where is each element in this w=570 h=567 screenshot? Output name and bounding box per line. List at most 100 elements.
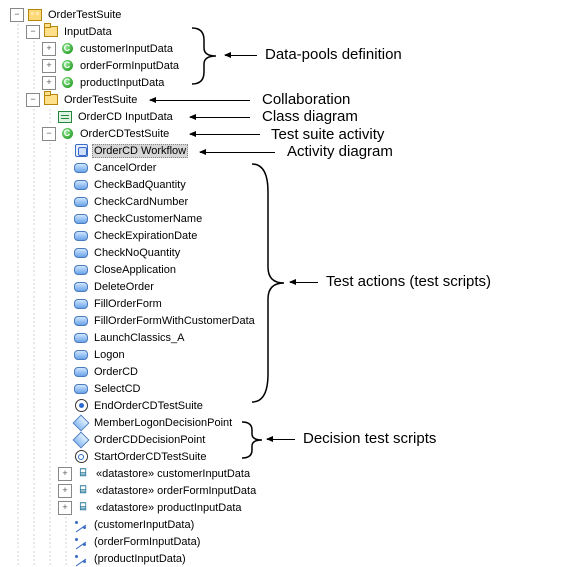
package-icon [44,25,58,39]
tree-node-action[interactable]: CloseApplication [10,261,258,278]
tree-node-action[interactable]: OrderCD [10,363,258,380]
expander-icon[interactable]: − [26,93,40,107]
expander-icon[interactable]: + [58,467,72,481]
datapool-icon: C [60,76,74,90]
package-icon [44,93,58,107]
connector-icon [74,552,88,566]
annotation-test-actions: Test actions (test scripts) [326,273,491,290]
node-label: OrderTestSuite [46,9,123,21]
tree-node-action[interactable]: CheckNoQuantity [10,244,258,261]
annotation-decision-scripts: Decision test scripts [303,430,436,447]
node-label-selected: OrderCD Workflow [92,144,188,158]
expander-icon[interactable]: + [58,501,72,515]
tree-node-action[interactable]: CheckExpirationDate [10,227,258,244]
arrow-icon [190,134,260,135]
tree-node-datapool[interactable]: + C orderFormInputData [10,57,258,74]
datapool-icon: C [60,59,74,73]
activity-diagram-icon [74,144,88,158]
action-icon [74,161,88,175]
decision-icon [74,433,88,447]
tree-node-action[interactable]: CheckBadQuantity [10,176,258,193]
tree-node-action[interactable]: CheckCustomerName [10,210,258,227]
tree-node-datastore[interactable]: + ⌸ «datastore» customerInputData [10,465,258,482]
decision-icon [74,416,88,430]
node-label: «datastore» customerInputData [94,468,252,480]
brace-test-actions [250,162,290,404]
annotation-collaboration: Collaboration [262,91,350,108]
node-label: OrderCD InputData [76,111,175,123]
tree-node-action[interactable]: Logon [10,346,258,363]
node-label: SelectCD [92,383,142,395]
arrow-icon [200,152,275,153]
tree-node-activity-diagram[interactable]: OrderCD Workflow [10,142,258,159]
tree-node-action[interactable]: FillOrderFormWithCustomerData [10,312,258,329]
action-icon [74,348,88,362]
action-icon [74,263,88,277]
class-diagram-icon [58,110,72,124]
package-root-icon [28,8,42,22]
brace-datapools [190,26,220,86]
tree-node-action[interactable]: LaunchClassics_A [10,329,258,346]
action-icon [74,365,88,379]
expander-icon[interactable]: + [58,484,72,498]
node-label: CancelOrder [92,162,158,174]
tree-node-decision[interactable]: MemberLogonDecisionPoint [10,414,258,431]
action-icon [74,246,88,260]
annotation-classdiagram: Class diagram [262,108,358,125]
tree-node-action[interactable]: FillOrderForm [10,295,258,312]
node-label: (customerInputData) [92,519,196,531]
datapool-icon: C [60,127,74,141]
node-label: CheckBadQuantity [92,179,188,191]
tree-node-action[interactable]: CheckCardNumber [10,193,258,210]
node-label: CheckCardNumber [92,196,190,208]
final-node-icon [74,399,88,413]
expander-icon[interactable]: − [42,127,56,141]
tree-node-end[interactable]: EndOrderCDTestSuite [10,397,258,414]
tree-node-inputdata[interactable]: − InputData [10,23,258,40]
node-label: CheckCustomerName [92,213,204,225]
model-tree: − OrderTestSuite − InputData + C custome… [10,6,258,567]
initial-node-icon [74,450,88,464]
action-icon [74,229,88,243]
datastore-icon: ⌸ [76,467,90,481]
tree-node-datapool[interactable]: + C productInputData [10,74,258,91]
node-label: productInputData [78,77,166,89]
node-label: orderFormInputData [78,60,181,72]
annotation-testsuite-activity: Test suite activity [271,126,384,143]
arrow-icon [225,55,257,56]
action-icon [74,314,88,328]
arrow-icon [150,100,250,101]
expander-icon[interactable]: − [10,8,24,22]
tree-node-action[interactable]: SelectCD [10,380,258,397]
action-icon [74,280,88,294]
tree-node-decision[interactable]: OrderCDDecisionPoint [10,431,258,448]
action-icon [74,195,88,209]
tree-node-datastore[interactable]: + ⌸ «datastore» productInputData [10,499,258,516]
datastore-icon: ⌸ [76,501,90,515]
node-label: Logon [92,349,127,361]
expander-icon[interactable]: + [42,59,56,73]
node-label: (orderFormInputData) [92,536,202,548]
tree-node-link[interactable]: (customerInputData) [10,516,258,533]
tree-node-action[interactable]: CancelOrder [10,159,258,176]
tree-node-datastore[interactable]: + ⌸ «datastore» orderFormInputData [10,482,258,499]
node-label: InputData [62,26,114,38]
arrow-icon [190,117,250,118]
node-label: LaunchClassics_A [92,332,187,344]
expander-icon[interactable]: − [26,25,40,39]
tree-node-datapool[interactable]: + C customerInputData [10,40,258,57]
tree-node-link[interactable]: (orderFormInputData) [10,533,258,550]
tree-node-root[interactable]: − OrderTestSuite [10,6,258,23]
tree-node-start[interactable]: StartOrderCDTestSuite [10,448,258,465]
expander-icon[interactable]: + [42,76,56,90]
node-label: customerInputData [78,43,175,55]
node-label: CheckExpirationDate [92,230,199,242]
node-label: EndOrderCDTestSuite [92,400,205,412]
node-label: OrderCDDecisionPoint [92,434,207,446]
arrow-icon [267,439,295,440]
node-label: (productInputData) [92,553,188,565]
tree-node-action[interactable]: DeleteOrder [10,278,258,295]
expander-icon[interactable]: + [42,42,56,56]
action-icon [74,178,88,192]
connector-icon [74,518,88,532]
